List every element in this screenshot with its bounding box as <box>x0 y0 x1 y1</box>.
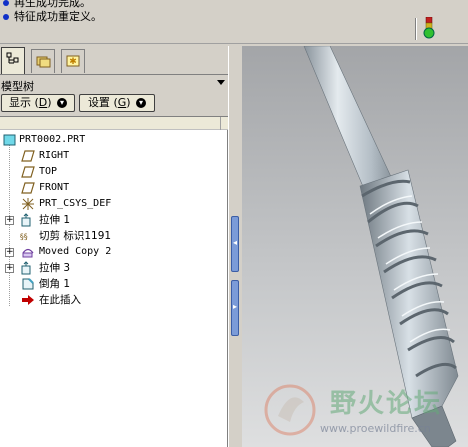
cut-icon: §§ <box>20 233 28 242</box>
tree-item[interactable]: §§ 切剪 标识1191 <box>0 228 228 244</box>
panel-title: 模型树 <box>1 80 34 93</box>
watermark-url: www.proewildfire.cn <box>320 422 431 435</box>
panel-splitter[interactable]: ◂ ▸ <box>228 46 242 447</box>
message-area: 再生成功完成。 特征成功重定义。 <box>0 0 468 44</box>
message-line: 特征成功重定义。 <box>2 10 102 24</box>
model-tree-icon <box>6 52 19 64</box>
tree-item[interactable]: RIGHT <box>0 148 228 164</box>
message-line: 再生成功完成。 <box>2 0 91 10</box>
datum-plane-icon <box>21 166 35 178</box>
tree-item[interactable]: + 拉伸 1 <box>0 212 228 228</box>
extrude-icon <box>21 261 31 275</box>
coordinate-system-icon <box>22 198 34 210</box>
datum-plane-icon <box>21 182 35 194</box>
bullet-icon <box>3 0 9 6</box>
tree-item[interactable]: 倒角 1 <box>0 276 228 292</box>
insert-here-arrow-icon <box>22 295 34 305</box>
bullet-icon <box>3 13 9 20</box>
tree-item[interactable]: + Moved Copy 2 <box>0 244 228 260</box>
chevron-right-icon: ▸ <box>233 302 238 311</box>
favorites-icon: ✱ <box>66 55 80 67</box>
settings-button[interactable]: 设置 (G) ▾ <box>79 94 155 112</box>
dropdown-arrow-icon: ▾ <box>136 98 147 108</box>
chamfer-icon <box>22 278 34 290</box>
tree-item[interactable]: + 拉伸 3 <box>0 260 228 276</box>
tab-folder-browser[interactable] <box>31 49 55 73</box>
expand-icon[interactable]: + <box>5 216 14 225</box>
svg-text:§§: §§ <box>20 233 28 242</box>
tree-root[interactable]: PRT0002.PRT <box>0 132 228 148</box>
tree-item-insert-here[interactable]: 在此插入 <box>0 292 228 308</box>
watermark-logo: 野火论坛 www.proewildfire.cn <box>260 380 465 444</box>
expand-icon[interactable]: + <box>5 264 14 273</box>
svg-text:✱: ✱ <box>69 57 77 67</box>
moved-copy-icon <box>22 248 34 258</box>
panel-menu-arrow-icon[interactable] <box>217 80 225 85</box>
dropdown-arrow-icon: ▾ <box>57 98 68 108</box>
forum-logo-icon <box>264 384 316 436</box>
column-header <box>0 116 232 130</box>
tree-item[interactable]: PRT_CSYS_DEF <box>0 196 228 212</box>
expand-right-grip[interactable]: ▸ <box>231 280 239 336</box>
status-light-icon[interactable] <box>423 17 435 39</box>
tab-model-tree[interactable] <box>1 47 25 74</box>
chevron-left-icon: ◂ <box>233 238 238 247</box>
expand-icon[interactable]: + <box>5 248 14 257</box>
model-tree: PRT0002.PRT RIGHT TOP FRONT PRT_CSYS_DEF… <box>0 130 228 447</box>
datum-plane-icon <box>21 150 35 162</box>
show-button[interactable]: 显示 (D) ▾ <box>1 94 75 112</box>
navigator-tabs: ✱ <box>0 46 232 74</box>
tree-item[interactable]: FRONT <box>0 180 228 196</box>
part-icon <box>3 134 16 146</box>
model-tree-header: 模型树 显示 (D) ▾ 设置 (G) ▾ <box>0 74 232 116</box>
tree-item[interactable]: TOP <box>0 164 228 180</box>
folder-icon <box>36 56 51 68</box>
toolbar-separator <box>415 18 417 40</box>
extrude-icon <box>21 213 31 227</box>
tab-favorites[interactable]: ✱ <box>61 49 85 73</box>
collapse-left-grip[interactable]: ◂ <box>231 216 239 272</box>
watermark-text: 野火论坛 <box>330 389 443 419</box>
